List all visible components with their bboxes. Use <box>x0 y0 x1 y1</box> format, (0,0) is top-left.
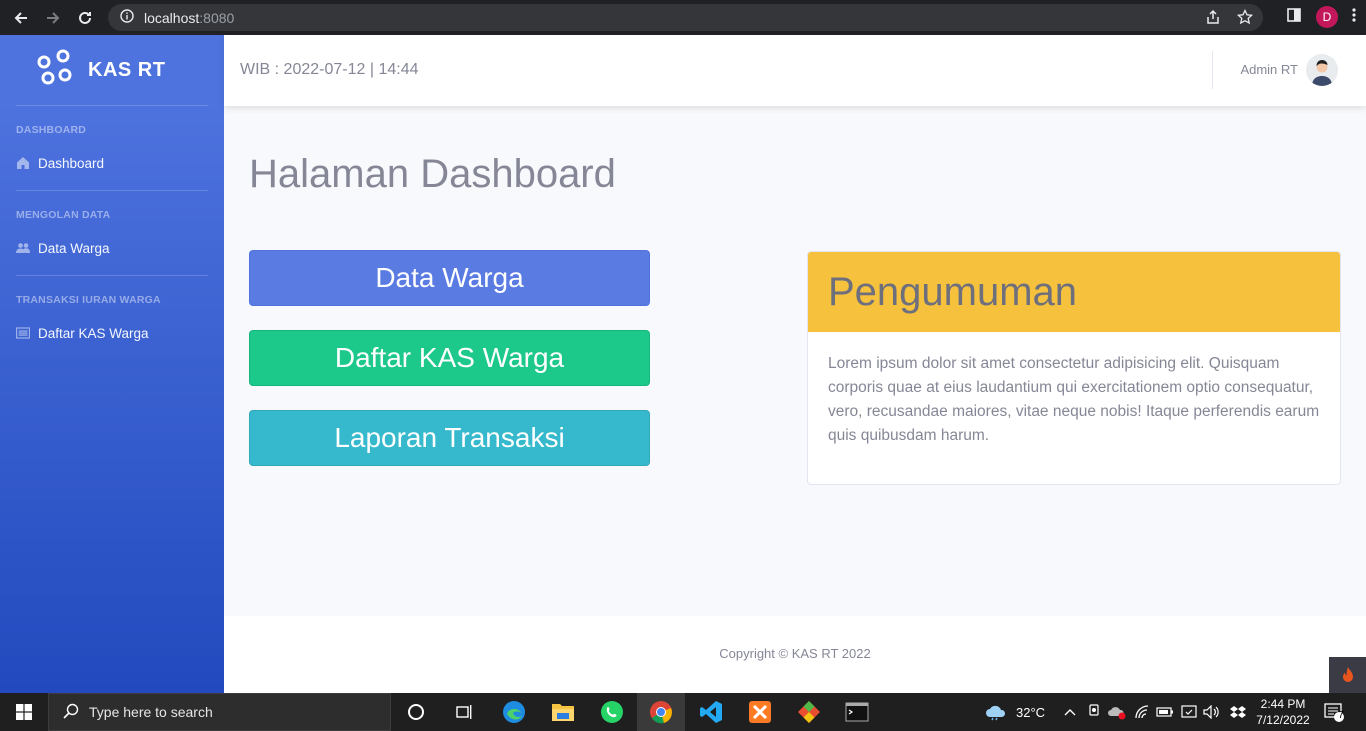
browser-toolbar: localhost:8080 D <box>0 0 1366 35</box>
brand-name: KAS RT <box>88 58 166 81</box>
address-bar[interactable]: localhost:8080 <box>108 4 1263 31</box>
menu-kebab-icon[interactable] <box>1352 7 1356 28</box>
chevron-up-icon[interactable] <box>1058 700 1082 724</box>
onedrive-error-icon[interactable] <box>1105 700 1129 724</box>
wifi-icon[interactable] <box>1130 700 1154 724</box>
share-icon[interactable] <box>1205 9 1221 28</box>
laporan-transaksi-button[interactable]: Laporan Transaksi <box>249 410 650 466</box>
clock-time: 2:44 PM <box>1260 697 1306 711</box>
edge-icon[interactable] <box>502 700 526 724</box>
info-icon[interactable] <box>120 9 134 26</box>
volume-icon[interactable] <box>1200 700 1224 724</box>
file-explorer-icon[interactable] <box>551 700 575 724</box>
user-name[interactable]: Admin RT <box>1240 62 1298 77</box>
topbar: WIB : 2022-07-12 | 14:44 Admin RT <box>224 35 1366 106</box>
back-icon[interactable] <box>10 7 32 29</box>
sidebar-item-data-warga[interactable]: Data Warga <box>0 221 224 275</box>
taskbar-search-input[interactable]: Type here to search <box>48 693 391 731</box>
clock-date: 7/12/2022 <box>1256 713 1310 727</box>
weather-widget[interactable]: 32°C <box>984 693 1045 731</box>
forward-icon[interactable] <box>42 7 64 29</box>
topbar-divider <box>1212 51 1213 89</box>
url-host: localhost <box>144 9 200 26</box>
daftar-kas-warga-button[interactable]: Daftar KAS Warga <box>249 330 650 386</box>
dropbox-icon[interactable] <box>1226 700 1250 724</box>
copyright-text: Copyright © KAS RT 2022 <box>719 646 871 661</box>
fire-icon[interactable] <box>1329 657 1366 693</box>
sidebar-heading-mengolan-data: MENGOLAN DATA <box>16 209 111 221</box>
terminal-icon[interactable] <box>845 700 869 724</box>
announcement-card: Pengumuman Lorem ipsum dolor sit amet co… <box>807 251 1341 485</box>
cortana-icon[interactable] <box>404 700 428 724</box>
chrome-icon[interactable] <box>649 700 673 724</box>
meet-now-icon[interactable] <box>1082 700 1106 724</box>
announcement-title: Pengumuman <box>808 252 1340 332</box>
reload-icon[interactable] <box>74 7 96 29</box>
notification-count: 7 <box>1338 710 1344 721</box>
battery-icon[interactable] <box>1153 700 1177 724</box>
windows-start-icon[interactable] <box>0 693 48 731</box>
sidebar-brand[interactable]: KAS RT <box>0 35 224 105</box>
sidebar: KAS RT DASHBOARD Dashboard MENGOLAN DATA… <box>0 35 224 693</box>
profile-avatar[interactable]: D <box>1316 6 1338 28</box>
side-panel-icon[interactable] <box>1286 7 1302 28</box>
task-view-icon[interactable] <box>452 700 476 724</box>
page-title: Halaman Dashboard <box>249 152 616 196</box>
whatsapp-icon[interactable] <box>600 700 624 724</box>
sidebar-heading-transaksi: TRANSAKSI IURAN WARGA <box>16 294 161 306</box>
taskbar: Type here to search 32°C 2:44 PM 7/12/20… <box>0 693 1366 731</box>
display-icon[interactable] <box>1177 700 1201 724</box>
sidebar-item-label: Data Warga <box>38 240 110 256</box>
sidebar-heading-dashboard: DASHBOARD <box>16 124 87 136</box>
search-placeholder: Type here to search <box>89 704 213 720</box>
users-icon <box>16 241 30 255</box>
search-icon <box>63 703 79 722</box>
home-icon <box>16 156 30 170</box>
footer: Copyright © KAS RT 2022 <box>224 616 1366 693</box>
bookmark-star-icon[interactable] <box>1236 8 1254 28</box>
sidebar-item-dashboard[interactable]: Dashboard <box>0 136 224 190</box>
list-icon <box>15 326 31 340</box>
url-port: :8080 <box>199 9 235 26</box>
notification-icon[interactable]: 7 <box>1322 700 1346 724</box>
system-clock[interactable]: 2:44 PM 7/12/2022 <box>1254 696 1312 728</box>
sidebar-item-daftar-kas[interactable]: Daftar KAS Warga <box>0 306 224 360</box>
sidebar-item-label: Daftar KAS Warga <box>38 325 149 341</box>
vscode-icon[interactable] <box>699 700 723 724</box>
announcement-body: Lorem ipsum dolor sit amet consectetur a… <box>828 355 1320 444</box>
data-warga-button[interactable]: Data Warga <box>249 250 650 306</box>
temperature-text: 32°C <box>1016 704 1046 720</box>
xampp-icon[interactable] <box>748 700 772 724</box>
datetime-text: WIB : 2022-07-12 | 14:44 <box>240 61 419 78</box>
git-icon[interactable] <box>797 700 821 724</box>
weather-cloud-icon <box>984 701 1008 724</box>
user-avatar[interactable] <box>1306 54 1338 86</box>
sidebar-item-label: Dashboard <box>38 155 105 171</box>
logo-icon <box>36 48 74 92</box>
